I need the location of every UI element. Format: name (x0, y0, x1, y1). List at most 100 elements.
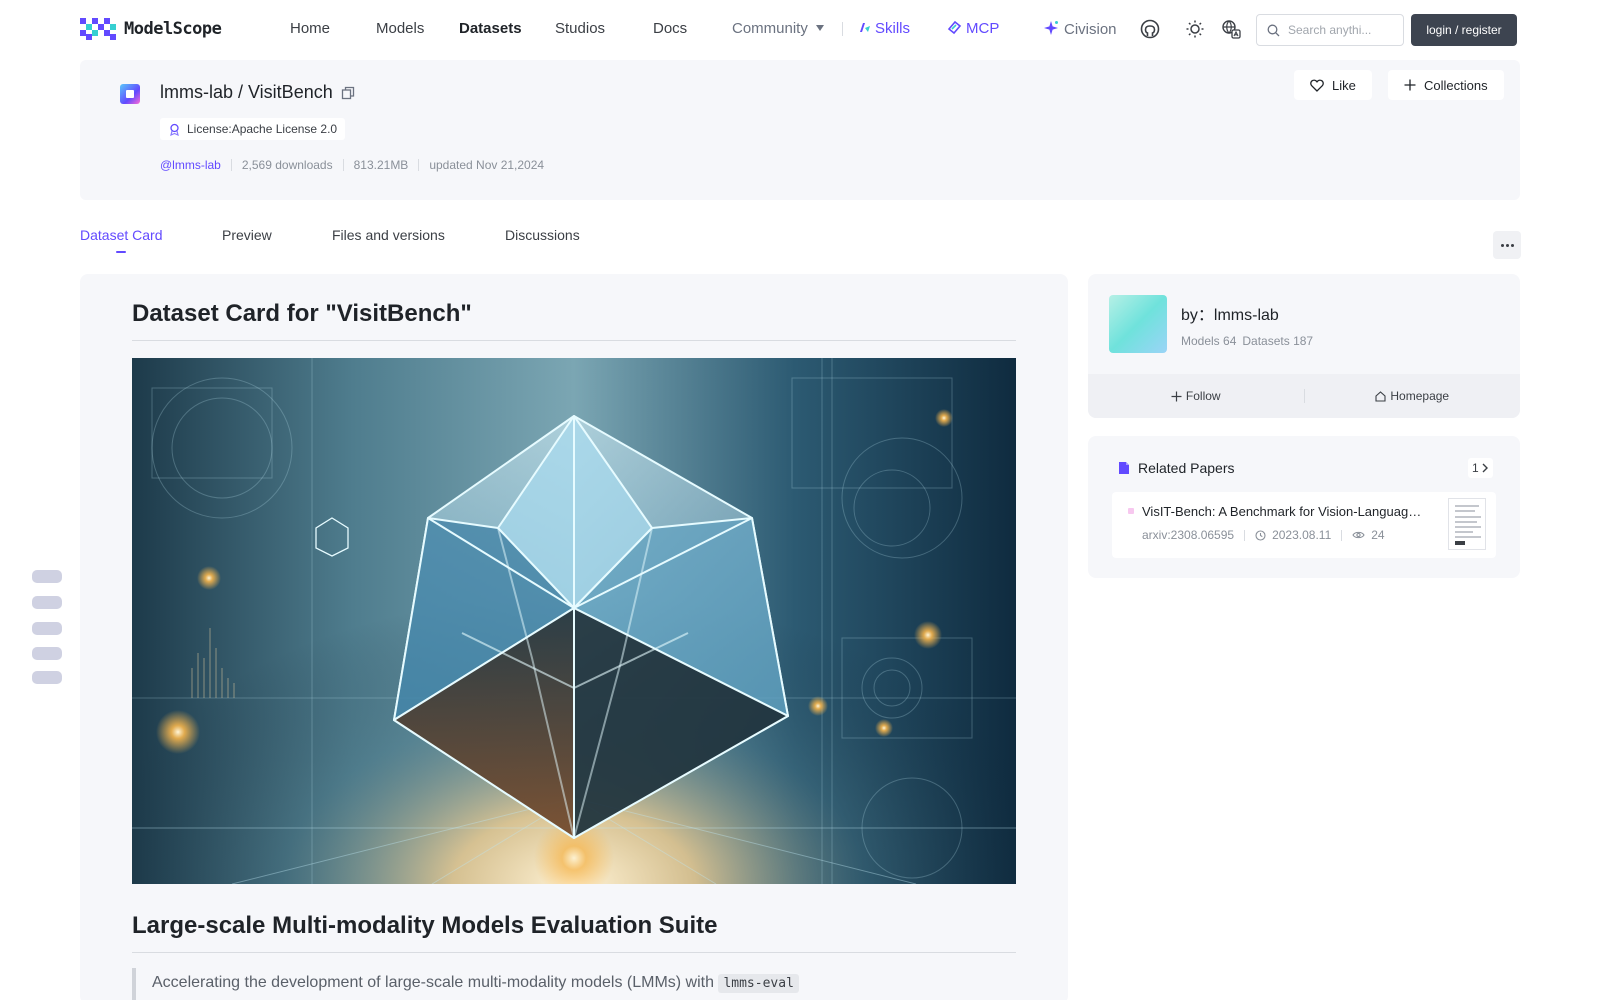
sparkle-icon (1044, 21, 1058, 35)
nav-home[interactable]: Home (290, 20, 330, 37)
related-papers-header: Related Papers (1118, 460, 1235, 476)
inline-code: lmms-eval (718, 974, 799, 993)
nav-models[interactable]: Models (376, 20, 424, 37)
caret-down-icon (815, 25, 824, 31)
nav-civision-label: Civision (1064, 21, 1117, 38)
owner-stats: Models 64 Datasets 187 (1181, 334, 1313, 348)
meta-divider (1244, 529, 1246, 541)
intro-quote-text: Accelerating the development of large-sc… (152, 974, 714, 991)
top-navigation: ModelScope Home Models Datasets Studios … (0, 0, 1600, 58)
dataset-card-content: Dataset Card for "VisitBench" Large-scal… (80, 274, 1068, 1000)
modelscope-logo[interactable]: ModelScope (80, 18, 222, 40)
dataset-header: lmms-lab / VisitBench License:Apache Lic… (80, 60, 1520, 200)
more-options-button[interactable] (1493, 231, 1521, 259)
heading-divider (132, 952, 1016, 953)
outline-nav-item[interactable] (32, 647, 62, 660)
github-icon[interactable] (1140, 19, 1160, 39)
nav-studios[interactable]: Studios (555, 20, 605, 37)
paper-bullet (1128, 508, 1134, 514)
dataset-card-heading: Dataset Card for "VisitBench" (132, 300, 472, 327)
search-input[interactable] (1288, 23, 1398, 37)
license-tag[interactable]: License:Apache License 2.0 (160, 118, 346, 140)
search-icon (1267, 24, 1280, 36)
meta-divider (1341, 529, 1343, 541)
downloads-count: 2,569 downloads (241, 158, 333, 172)
like-button[interactable]: Like (1294, 70, 1372, 100)
tab-dataset-card[interactable]: Dataset Card (80, 227, 162, 243)
dataset-hero-image (132, 358, 1016, 884)
papers-count-button[interactable]: 1 (1468, 458, 1493, 478)
related-papers-title: Related Papers (1138, 460, 1235, 476)
nav-docs[interactable]: Docs (653, 20, 687, 37)
paper-views: 24 (1371, 528, 1385, 542)
home-icon (1375, 390, 1386, 402)
nav-community[interactable]: Community (732, 20, 824, 37)
owner-models-count: Models 64 (1181, 334, 1237, 348)
plus-icon (1171, 391, 1182, 401)
document-icon (1119, 462, 1129, 474)
language-switch-icon[interactable] (1221, 19, 1241, 39)
plus-icon (1404, 79, 1416, 91)
nav-skills-label: Skills (875, 20, 911, 37)
login-register-button[interactable]: login / register (1411, 14, 1517, 46)
search-box[interactable] (1256, 14, 1404, 46)
homepage-label: Homepage (1390, 389, 1450, 403)
paper-item[interactable]: VisIT-Bench: A Benchmark for Vision-Lang… (1112, 492, 1496, 558)
outline-nav-item[interactable] (32, 671, 62, 684)
owner-link[interactable]: @lmms-lab (160, 158, 221, 172)
dataset-icon (120, 84, 140, 104)
nav-civision[interactable]: Civision (1043, 20, 1117, 38)
owner-name[interactable]: by：lmms-lab (1181, 301, 1279, 325)
dot (1510, 243, 1514, 247)
follow-button[interactable]: Follow (1088, 389, 1304, 403)
dataset-size: 813.21MB (353, 158, 409, 172)
meta-divider (342, 159, 344, 171)
dataset-title-text[interactable]: lmms-lab / VisitBench (160, 82, 333, 103)
suite-heading: Large-scale Multi-modality Models Evalua… (132, 912, 718, 939)
chevron-right-icon (1482, 463, 1488, 473)
dot (1500, 243, 1504, 247)
owner-actions: Follow Homepage (1088, 374, 1520, 418)
meta-divider (418, 159, 420, 171)
license-badge-icon (170, 123, 179, 136)
tab-preview[interactable]: Preview (222, 227, 272, 243)
like-label: Like (1332, 77, 1356, 93)
tab-files-and-versions[interactable]: Files and versions (332, 227, 445, 243)
owner-avatar[interactable] (1109, 295, 1167, 353)
tab-discussions[interactable]: Discussions (505, 227, 580, 243)
paper-thumbnail[interactable] (1448, 498, 1486, 550)
related-papers-card: Related Papers 1 VisIT-Bench: A Benchmar… (1088, 436, 1520, 578)
collections-button[interactable]: Collections (1388, 70, 1504, 100)
copy-icon[interactable] (341, 86, 355, 100)
skills-icon (860, 23, 870, 32)
dot (1505, 243, 1509, 247)
license-text: License:Apache License 2.0 (187, 122, 338, 136)
collections-label: Collections (1424, 77, 1488, 93)
nav-mcp[interactable]: MCP (947, 20, 999, 37)
paper-title[interactable]: VisIT-Bench: A Benchmark for Vision-Lang… (1142, 504, 1424, 519)
nav-datasets[interactable]: Datasets (459, 20, 522, 37)
outline-nav-item[interactable] (32, 570, 62, 583)
logo-text: ModelScope (124, 19, 222, 39)
clock-icon (1255, 529, 1266, 541)
dataset-meta: @lmms-lab 2,569 downloads 813.21MB updat… (160, 158, 544, 172)
paper-date: 2023.08.11 (1272, 528, 1332, 542)
owner-card: by：lmms-lab Models 64 Datasets 187 Follo… (1088, 274, 1520, 418)
owner-datasets-count: Datasets 187 (1242, 334, 1314, 348)
homepage-button[interactable]: Homepage (1305, 389, 1521, 403)
intro-quote: Accelerating the development of large-sc… (132, 968, 1016, 1000)
outline-nav-item[interactable] (32, 596, 62, 609)
mcp-icon (947, 20, 962, 35)
nav-mcp-label: MCP (966, 20, 1000, 37)
modelscope-logo-icon (80, 18, 118, 40)
papers-count: 1 (1472, 461, 1479, 475)
paper-arxiv-id[interactable]: arxiv:2308.06595 (1142, 528, 1234, 542)
active-tab-indicator (116, 251, 126, 253)
nav-skills[interactable]: Skills (858, 20, 910, 37)
theme-toggle-sun-icon[interactable] (1185, 19, 1205, 39)
outline-nav-item[interactable] (32, 622, 62, 635)
nav-community-label: Community (732, 20, 808, 37)
eye-icon (1352, 531, 1365, 539)
updated-date: updated Nov 21,2024 (429, 158, 545, 172)
follow-label: Follow (1185, 389, 1221, 403)
